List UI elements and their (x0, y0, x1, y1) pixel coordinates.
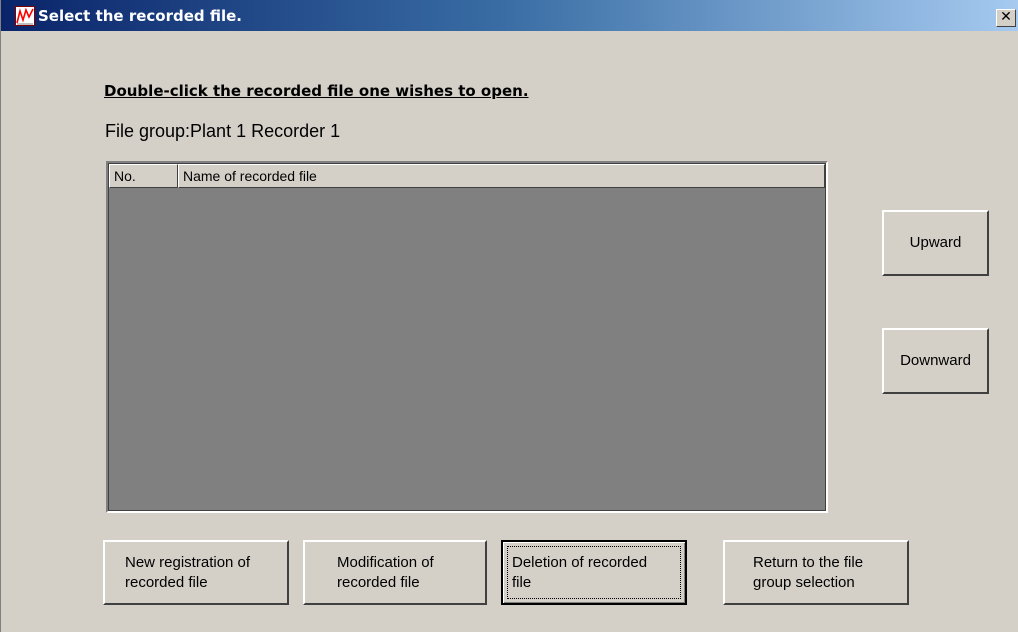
file-group-label: File group:Plant 1 Recorder 1 (105, 121, 341, 141)
column-header-name[interactable]: Name of recorded file (178, 164, 825, 188)
deletion-button[interactable]: Deletion of recorded file (501, 540, 687, 605)
return-to-group-selection-button[interactable]: Return to the file group selection (723, 540, 909, 605)
downward-button-label: Downward (900, 352, 971, 369)
close-button[interactable]: ✕ (996, 9, 1016, 27)
recorded-file-list[interactable]: No. Name of recorded file (106, 161, 828, 513)
chart-line-icon (15, 6, 35, 26)
window-title: Select the recorded file. (38, 7, 242, 25)
list-header: No. Name of recorded file (109, 164, 825, 188)
modification-button[interactable]: Modification of recorded file (303, 540, 487, 605)
modification-button-label: Modification of recorded file (337, 553, 434, 591)
deletion-button-label: Deletion of recorded file (512, 553, 648, 591)
return-button-label: Return to the file group selection (753, 553, 864, 591)
title-bar[interactable]: Select the recorded file. ✕ (1, 0, 1018, 31)
upward-button-label: Upward (909, 234, 962, 251)
upward-button[interactable]: Upward (882, 210, 989, 276)
select-recorded-file-dialog: Select the recorded file. ✕ Double-click… (0, 0, 1018, 632)
instruction-text: Double-click the recorded file one wishe… (104, 82, 529, 100)
new-registration-button-label: New registration of recorded file (125, 553, 251, 591)
downward-button[interactable]: Downward (882, 328, 989, 394)
close-icon: ✕ (1000, 9, 1012, 25)
new-registration-button[interactable]: New registration of recorded file (103, 540, 289, 605)
column-header-no[interactable]: No. (109, 164, 178, 188)
